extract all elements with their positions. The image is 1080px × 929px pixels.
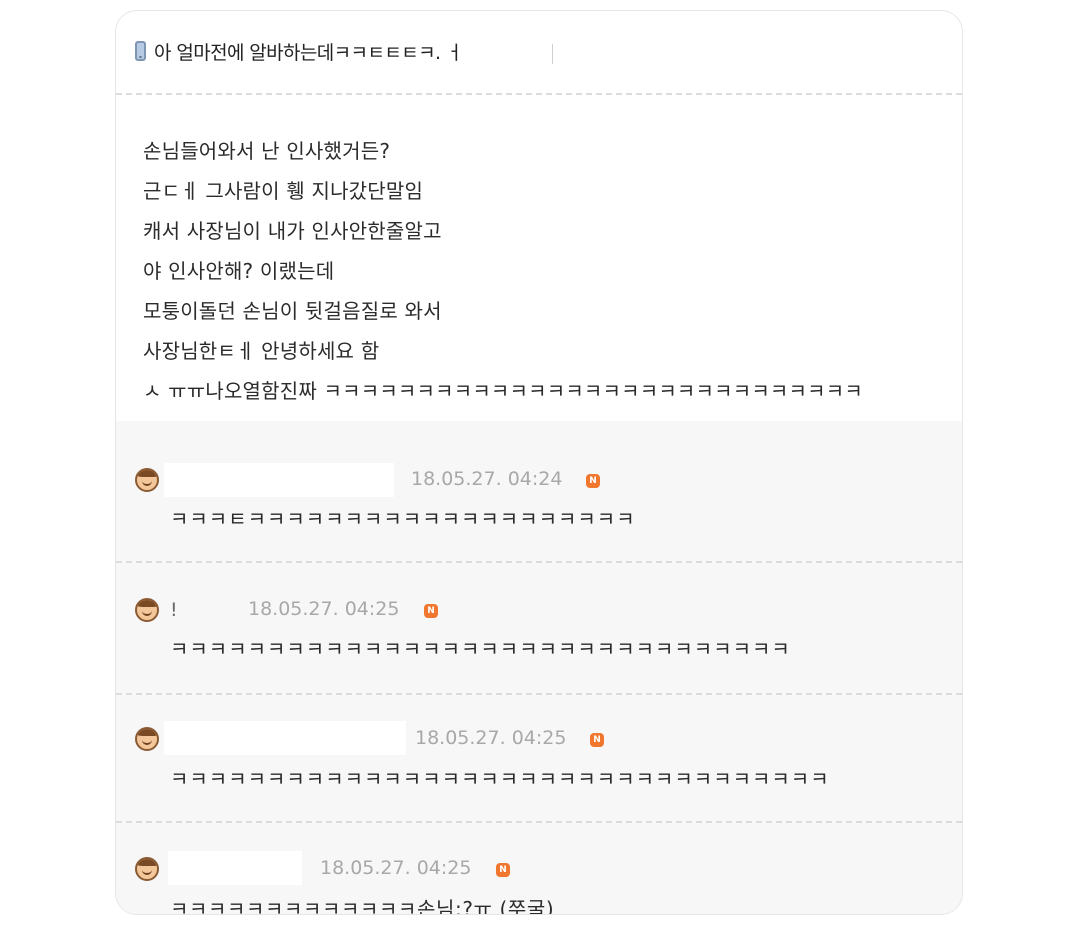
post-line: 손님들어와서 난 인사했거든?: [143, 139, 391, 163]
comment-separator: [116, 821, 962, 823]
comment-separator: [116, 693, 962, 695]
post-line: ㅅ ㅠㅠ나오열함진짜 ㅋㅋㅋㅋㅋㅋㅋㅋㅋㅋㅋㅋㅋㅋㅋㅋㅋㅋㅋㅋㅋㅋㅋㅋㅋㅋㅋㅋㅋ: [143, 379, 863, 403]
avatar-icon[interactable]: [135, 857, 159, 881]
post-title: 아 얼마전에 알바하는데ㅋㅋㅌㅌㅌㅋ. ㅓ: [154, 42, 463, 64]
post-card: 아 얼마전에 알바하는데ㅋㅋㅌㅌㅌㅋ. ㅓ 손님들어와서 난 인사했거든? 근ㄷ…: [115, 10, 963, 915]
avatar-icon[interactable]: [135, 598, 159, 622]
post-title-bar: 아 얼마전에 알바하는데ㅋㅋㅌㅌㅌㅋ. ㅓ: [116, 11, 962, 93]
n-badge-icon: N: [424, 604, 438, 618]
comment-text: ㅋㅋㅋㅌㅋㅋㅋㅋㅋㅋㅋㅋㅋㅋㅋㅋㅋㅋㅋㅋㅋㅋㅋㅋ: [170, 507, 636, 531]
post-line: 근ㄷㅔ 그사람이 휑 지나갔단말임: [143, 179, 424, 203]
comment-timestamp: 18.05.27. 04:24: [411, 468, 563, 490]
comment-author[interactable]: [164, 721, 406, 755]
comment-timestamp: 18.05.27. 04:25: [320, 857, 472, 879]
comment-timestamp: 18.05.27. 04:25: [415, 727, 567, 749]
comment-author[interactable]: [164, 463, 394, 497]
post-line: 사장님한ㅌㅔ 안녕하세요 함: [143, 339, 380, 363]
post-line: 모퉁이돌던 손님이 뒷걸음질로 와서: [143, 299, 442, 323]
n-badge-icon: N: [590, 733, 604, 747]
comment-author[interactable]: !: [164, 593, 240, 627]
title-divider: [552, 44, 553, 64]
comment-timestamp: 18.05.27. 04:25: [248, 598, 400, 620]
post-line: 야 인사안해? 이랬는데: [143, 259, 335, 283]
comment-author[interactable]: [168, 851, 302, 885]
comment-text: ㅋㅋㅋㅋㅋㅋㅋㅋㅋㅋㅋㅋㅋ손님:?ㅠ (쭈굴): [170, 897, 555, 915]
avatar-icon[interactable]: [135, 468, 159, 492]
comment-text: ㅋㅋㅋㅋㅋㅋㅋㅋㅋㅋㅋㅋㅋㅋㅋㅋㅋㅋㅋㅋㅋㅋㅋㅋㅋㅋㅋㅋㅋㅋㅋㅋ: [170, 637, 791, 661]
n-badge-icon: N: [496, 863, 510, 877]
phone-icon: [135, 41, 146, 61]
comment-list: 18.05.27. 04:24 N ㅋㅋㅋㅌㅋㅋㅋㅋㅋㅋㅋㅋㅋㅋㅋㅋㅋㅋㅋㅋㅋㅋ…: [116, 421, 962, 915]
comment-text: ㅋㅋㅋㅋㅋㅋㅋㅋㅋㅋㅋㅋㅋㅋㅋㅋㅋㅋㅋㅋㅋㅋㅋㅋㅋㅋㅋㅋㅋㅋㅋㅋㅋㅋ: [170, 767, 830, 791]
n-badge-icon: N: [586, 474, 600, 488]
avatar-icon[interactable]: [135, 727, 159, 751]
post-line: 캐서 사장님이 내가 인사안한줄알고: [143, 219, 442, 243]
comment-separator: [116, 561, 962, 563]
post-body: 손님들어와서 난 인사했거든? 근ㄷㅔ 그사람이 휑 지나갔단말임 캐서 사장님…: [116, 95, 962, 421]
